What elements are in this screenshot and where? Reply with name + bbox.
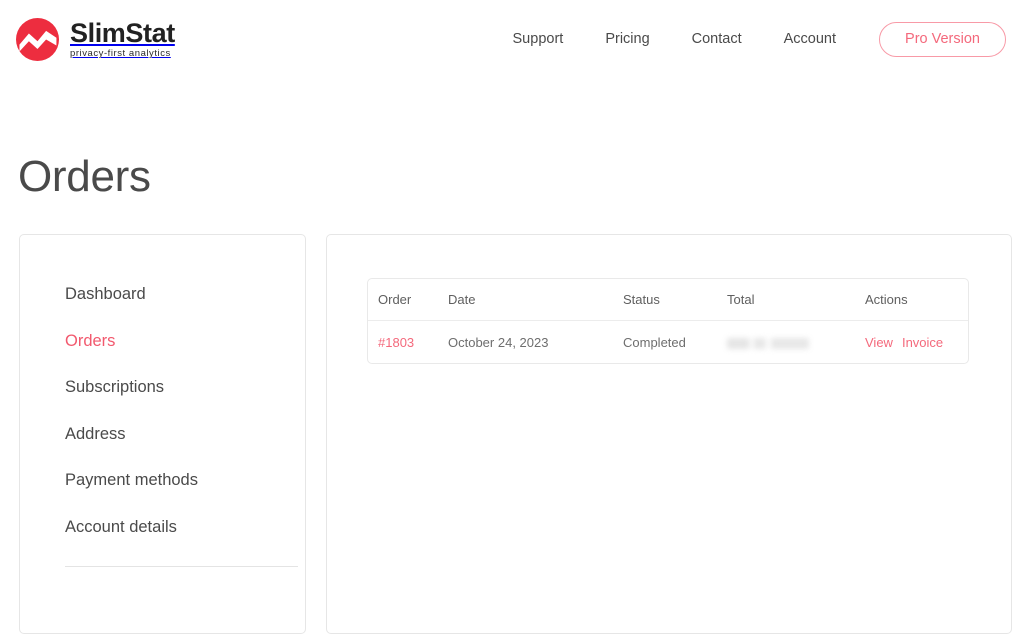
sidebar-item-label[interactable]: Subscriptions: [65, 379, 164, 396]
orders-content-card: Order Date Status Total Actions #1803 Oc…: [326, 234, 1012, 634]
cell-order: #1803: [368, 321, 448, 364]
view-order-link[interactable]: View: [865, 335, 893, 350]
nav-item-account[interactable]: Account: [763, 22, 857, 56]
account-sidebar: Dashboard Orders Subscriptions Address P…: [19, 234, 306, 634]
sidebar-item-account-details[interactable]: Account details: [20, 504, 305, 551]
sidebar-item-label[interactable]: Payment methods: [65, 472, 198, 489]
column-header-date: Date: [448, 279, 623, 321]
sidebar-item-label[interactable]: Dashboard: [65, 286, 146, 303]
main-navigation: Support Pricing Contact Account Pro Vers…: [492, 22, 1006, 57]
brand-logo[interactable]: SlimStat privacy-first analytics: [16, 16, 175, 62]
slimstat-logo-icon: [16, 18, 59, 61]
orders-table-container: Order Date Status Total Actions #1803 Oc…: [367, 278, 969, 364]
column-header-actions: Actions: [865, 279, 969, 321]
cell-actions: View Invoice: [865, 321, 969, 364]
cell-status: Completed: [623, 321, 727, 364]
sidebar-item-dashboard[interactable]: Dashboard: [20, 271, 305, 318]
orders-table-body: #1803 October 24, 2023 Completed View Inv…: [368, 321, 969, 364]
account-layout: Dashboard Orders Subscriptions Address P…: [0, 234, 1024, 634]
order-number-link[interactable]: #1803: [378, 335, 414, 350]
sidebar-item-orders[interactable]: Orders: [20, 318, 305, 365]
sidebar-item-subscriptions[interactable]: Subscriptions: [20, 364, 305, 411]
column-header-total: Total: [727, 279, 865, 321]
sidebar-item-payment-methods[interactable]: Payment methods: [20, 457, 305, 504]
invoice-link[interactable]: Invoice: [902, 335, 943, 350]
sidebar-item-label[interactable]: Address: [65, 426, 126, 443]
site-header: SlimStat privacy-first analytics Support…: [0, 0, 1024, 78]
brand-tagline: privacy-first analytics: [70, 49, 175, 59]
orders-table: Order Date Status Total Actions #1803 Oc…: [368, 279, 969, 363]
sidebar-divider: [65, 566, 298, 567]
brand-text: SlimStat privacy-first analytics: [70, 19, 175, 59]
column-header-status: Status: [623, 279, 727, 321]
nav-item-pricing[interactable]: Pricing: [584, 22, 670, 56]
nav-item-support[interactable]: Support: [492, 22, 585, 56]
table-row: #1803 October 24, 2023 Completed View Inv…: [368, 321, 969, 364]
sidebar-item-label[interactable]: Account details: [65, 519, 177, 536]
pro-version-button[interactable]: Pro Version: [879, 22, 1006, 57]
cell-date: October 24, 2023: [448, 321, 623, 364]
brand-name: SlimStat: [70, 19, 175, 47]
redacted-total-value: [727, 338, 809, 349]
sidebar-item-address[interactable]: Address: [20, 411, 305, 458]
sidebar-item-label[interactable]: Orders: [65, 333, 115, 350]
orders-table-head: Order Date Status Total Actions: [368, 279, 969, 321]
table-header-row: Order Date Status Total Actions: [368, 279, 969, 321]
sidebar-menu: Dashboard Orders Subscriptions Address P…: [20, 271, 305, 550]
nav-item-contact[interactable]: Contact: [671, 22, 763, 56]
cell-total: [727, 321, 865, 364]
page-title: Orders: [18, 152, 151, 203]
column-header-order: Order: [368, 279, 448, 321]
